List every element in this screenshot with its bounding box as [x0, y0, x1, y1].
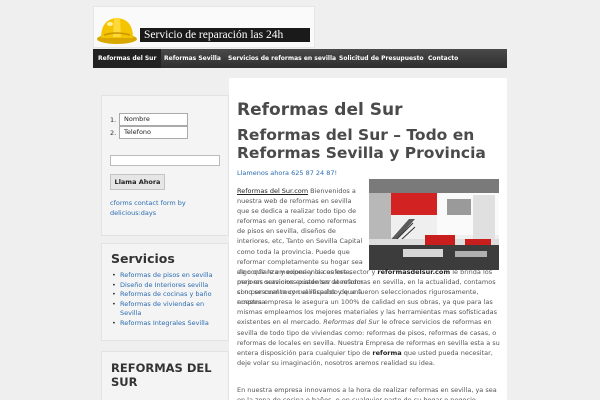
body-paragraph: de confianza y experiencia es ese sector…	[237, 267, 505, 368]
nav-item-reformas-sevilla[interactable]: Reformas Sevilla	[159, 49, 226, 68]
phone-field[interactable]: Telefono	[119, 126, 188, 139]
services-title: Servicios	[111, 251, 175, 266]
nav-item-reformas-del-sur[interactable]: Reformas del Sur	[93, 49, 162, 68]
nav-item-servicios[interactable]: Servicios de reformas en sevilla	[223, 49, 341, 68]
form-number-1: 1.	[110, 116, 117, 124]
site-name-bold: reformasdelsur.com	[377, 268, 451, 276]
service-link[interactable]: Diseño de Interiores sevilla	[112, 281, 220, 291]
body-text: de confianza y experiencia es ese sector…	[237, 268, 378, 276]
hard-hat-icon	[97, 18, 137, 44]
reformas-del-sur-link[interactable]: Reformas del Sur.com	[237, 187, 308, 195]
main-nav: Reformas del Sur Reformas Sevilla Servic…	[93, 49, 507, 68]
services-list: Reformas de pisos en sevilla Diseño de I…	[112, 271, 220, 328]
call-now-button[interactable]: Llama Ahora	[110, 174, 165, 190]
header-banner[interactable]: Servicio de reparación las 24h	[93, 6, 315, 48]
company-name-italic: Reformas del Sur	[323, 318, 380, 327]
services-widget: Servicios Reformas de pisos en sevilla D…	[101, 243, 229, 341]
nav-item-contacto[interactable]: Contacto	[423, 49, 463, 68]
post-title[interactable]: Reformas del Sur – Todo en Reformas Sevi…	[237, 126, 505, 162]
service-link[interactable]: Reformas de cocinas y baño	[112, 290, 220, 300]
reformas-widget-title: REFORMAS DEL SUR	[111, 361, 212, 389]
page-title: Reformas del Sur	[237, 100, 403, 120]
form-number-2: 2.	[110, 129, 117, 137]
cforms-credit-link[interactable]: cforms contact form by delicious:days	[110, 198, 210, 218]
closing-paragraph: En nuestra empresa innovamos a la hora d…	[237, 386, 497, 400]
name-field[interactable]: Nombre	[119, 113, 188, 126]
service-link[interactable]: Reformas de viviendas en Sevilla	[112, 300, 220, 319]
main-content: Reformas del Sur Reformas del Sur – Todo…	[229, 78, 507, 400]
extra-field[interactable]	[110, 155, 220, 166]
call-now-link[interactable]: Llamenos ahora 625 87 24 87!	[237, 169, 337, 177]
contact-form-widget: 1. Nombre 2. Telefono Llama Ahora cforms…	[101, 95, 229, 236]
service-link[interactable]: Reformas Integrales Sevilla	[112, 319, 220, 329]
nav-item-presupuesto[interactable]: Solicitud de Presupuesto	[334, 49, 429, 68]
banner-slogan-text: Servicio de reparación las 24h	[144, 29, 284, 41]
reformas-widget: REFORMAS DEL SUR	[101, 351, 229, 400]
banner-slogan: Servicio de reparación las 24h	[140, 28, 310, 42]
interior-photo	[369, 179, 499, 270]
reforma-bold: reforma	[372, 348, 402, 357]
service-link[interactable]: Reformas de pisos en sevilla	[112, 271, 220, 281]
